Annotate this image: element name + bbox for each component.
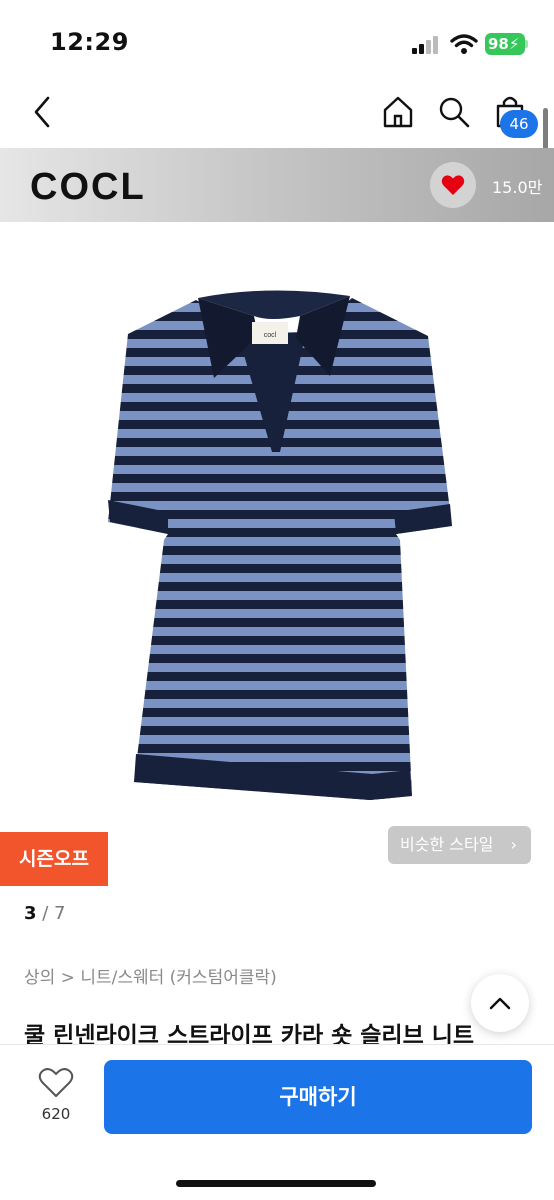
scroll-top-button[interactable] xyxy=(471,974,529,1032)
wishlist-count: 620 xyxy=(41,1105,71,1123)
charging-icon: ⚡ xyxy=(508,35,520,53)
wishlist-button[interactable]: 620 xyxy=(34,1067,78,1123)
wifi-icon xyxy=(450,34,478,54)
similar-style-label: 비슷한 스타일 xyxy=(400,835,494,854)
battery-indicator: 98⚡ xyxy=(485,33,525,55)
back-icon[interactable] xyxy=(26,92,60,132)
brand-bar[interactable]: COCL 15.0만 xyxy=(0,148,554,222)
image-total: 7 xyxy=(54,903,66,924)
status-time: 12:29 xyxy=(50,28,129,56)
chevron-up-icon xyxy=(489,997,511,1010)
home-icon[interactable] xyxy=(380,92,416,132)
chevron-right-icon: › xyxy=(510,835,517,854)
battery-level: 98 xyxy=(488,35,509,53)
brand-like-button[interactable] xyxy=(430,162,476,208)
heart-icon xyxy=(441,175,465,195)
breadcrumb[interactable]: 상의 > 니트/스웨터 (커스텀어클락) xyxy=(24,963,277,988)
battery-nub xyxy=(525,40,528,48)
product-image[interactable]: cocl xyxy=(0,222,554,882)
top-nav xyxy=(0,80,554,148)
heart-outline-icon xyxy=(38,1068,74,1097)
season-off-badge: 시즌오프 xyxy=(0,832,108,886)
product-title: 쿨 린넨라이크 스트라이프 카라 숏 슬리브 니트 xyxy=(24,1023,475,1044)
brand-logo[interactable]: COCL xyxy=(30,166,146,209)
signal-icon xyxy=(412,36,442,54)
buy-button[interactable]: 구매하기 xyxy=(104,1060,532,1134)
home-indicator xyxy=(176,1180,376,1187)
image-counter: 3 / 7 xyxy=(24,903,66,924)
search-icon[interactable] xyxy=(436,92,472,132)
status-bar: 12:29 98⚡ xyxy=(0,0,554,80)
bottom-action-bar: 620 구매하기 xyxy=(0,1044,554,1200)
brand-likes-count: 15.0만 xyxy=(492,178,543,197)
similar-style-button[interactable]: 비슷한 스타일 › xyxy=(388,826,531,864)
image-index: 3 xyxy=(24,903,37,924)
shirt-label-text: cocl xyxy=(264,332,277,339)
cart-count-badge: 46 xyxy=(500,110,538,138)
